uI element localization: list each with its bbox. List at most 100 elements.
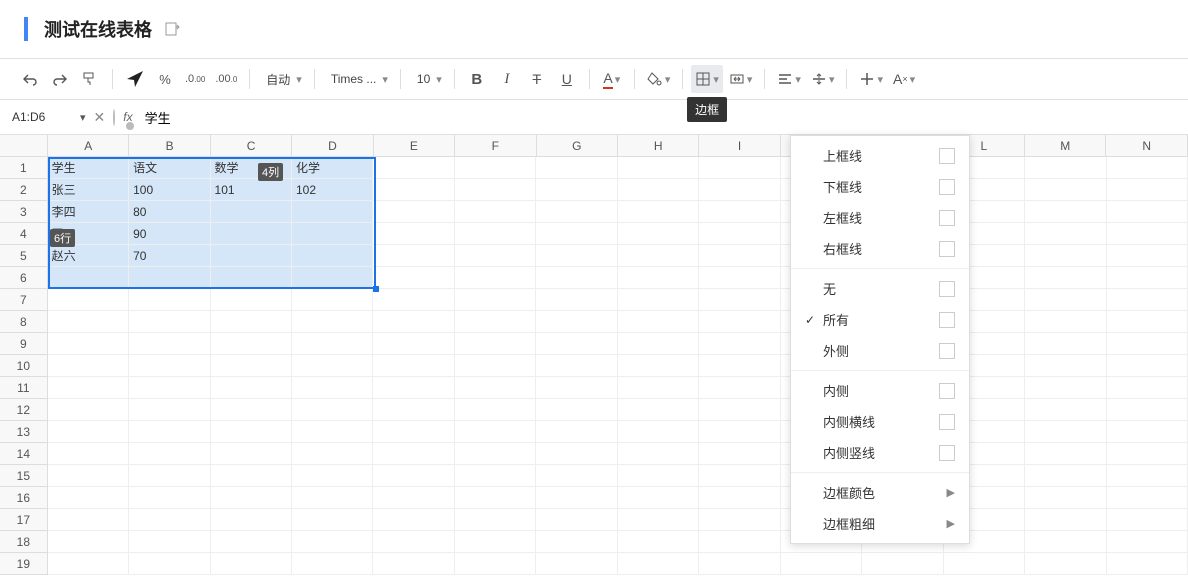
cell-H4[interactable]	[618, 223, 699, 245]
cell-D1[interactable]: 化学	[292, 157, 373, 179]
cell-C9[interactable]	[211, 333, 292, 355]
row-header-15[interactable]: 15	[0, 465, 48, 487]
cell-B12[interactable]	[129, 399, 210, 421]
menu-item[interactable]: 边框颜色▶	[791, 477, 969, 508]
cell-H8[interactable]	[618, 311, 699, 333]
cell-G8[interactable]	[536, 311, 617, 333]
cell-N1[interactable]	[1107, 157, 1188, 179]
cell-M1[interactable]	[1025, 157, 1106, 179]
cell-F11[interactable]	[455, 377, 536, 399]
font-dropdown[interactable]: Times ...▾	[323, 65, 392, 93]
cell-M10[interactable]	[1025, 355, 1106, 377]
cell-F13[interactable]	[455, 421, 536, 443]
cell-D16[interactable]	[292, 487, 373, 509]
cell-F16[interactable]	[455, 487, 536, 509]
cell-B19[interactable]	[129, 553, 210, 575]
cell-B15[interactable]	[129, 465, 210, 487]
row-header-11[interactable]: 11	[0, 377, 48, 399]
cell-I19[interactable]	[699, 553, 780, 575]
cell-D15[interactable]	[292, 465, 373, 487]
cell-G10[interactable]	[536, 355, 617, 377]
cell-G11[interactable]	[536, 377, 617, 399]
cell-N13[interactable]	[1107, 421, 1188, 443]
cell-B7[interactable]	[129, 289, 210, 311]
row-header-9[interactable]: 9	[0, 333, 48, 355]
cell-F5[interactable]	[455, 245, 536, 267]
send-button[interactable]	[121, 65, 149, 93]
clear-format-button[interactable]: A×▾	[889, 65, 919, 93]
cell-M8[interactable]	[1025, 311, 1106, 333]
cell-H11[interactable]	[618, 377, 699, 399]
col-header-F[interactable]: F	[455, 135, 536, 157]
strikethrough-button[interactable]: T	[523, 65, 551, 93]
row-header-14[interactable]: 14	[0, 443, 48, 465]
cell-E3[interactable]	[373, 201, 454, 223]
cell-C17[interactable]	[211, 509, 292, 531]
col-header-N[interactable]: N	[1106, 135, 1187, 157]
cell-M14[interactable]	[1025, 443, 1106, 465]
wrap-dropdown[interactable]: 自动▾	[258, 65, 306, 93]
cell-N11[interactable]	[1107, 377, 1188, 399]
cell-C7[interactable]	[211, 289, 292, 311]
cell-C3[interactable]	[211, 201, 292, 223]
cell-D4[interactable]	[292, 223, 373, 245]
menu-item[interactable]: 内侧横线	[791, 406, 969, 437]
cell-A16[interactable]	[48, 487, 129, 509]
cell-G5[interactable]	[536, 245, 617, 267]
cell-E17[interactable]	[373, 509, 454, 531]
menu-item[interactable]: 上框线	[791, 140, 969, 171]
cell-A14[interactable]	[48, 443, 129, 465]
cell-I14[interactable]	[699, 443, 780, 465]
cell-A12[interactable]	[48, 399, 129, 421]
cell-N18[interactable]	[1107, 531, 1188, 553]
cell-F2[interactable]	[455, 179, 536, 201]
border-button[interactable]: ▾ 边框	[691, 65, 723, 93]
cell-I7[interactable]	[699, 289, 780, 311]
cell-F17[interactable]	[455, 509, 536, 531]
cell-B6[interactable]	[129, 267, 210, 289]
cell-N4[interactable]	[1107, 223, 1188, 245]
cell-D17[interactable]	[292, 509, 373, 531]
cell-I3[interactable]	[699, 201, 780, 223]
cell-D6[interactable]	[292, 267, 373, 289]
cell-E10[interactable]	[373, 355, 454, 377]
decrease-decimal-button[interactable]: .0.00	[181, 65, 209, 93]
cell-G19[interactable]	[536, 553, 617, 575]
export-icon[interactable]	[164, 21, 180, 37]
cell-N2[interactable]	[1107, 179, 1188, 201]
cell-B1[interactable]: 语文	[129, 157, 210, 179]
menu-item[interactable]: 内侧竖线	[791, 437, 969, 468]
menu-item[interactable]: 右框线	[791, 233, 969, 264]
row-header-12[interactable]: 12	[0, 399, 48, 421]
cell-C15[interactable]	[211, 465, 292, 487]
menu-item[interactable]: ✓所有	[791, 304, 969, 335]
cell-I5[interactable]	[699, 245, 780, 267]
cell-F14[interactable]	[455, 443, 536, 465]
cell-A19[interactable]	[48, 553, 129, 575]
cell-G15[interactable]	[536, 465, 617, 487]
cell-A9[interactable]	[48, 333, 129, 355]
cell-I1[interactable]	[699, 157, 780, 179]
cell-E9[interactable]	[373, 333, 454, 355]
cell-M3[interactable]	[1025, 201, 1106, 223]
paint-format-button[interactable]	[76, 65, 104, 93]
cell-D9[interactable]	[292, 333, 373, 355]
cell-C2[interactable]: 101	[211, 179, 292, 201]
cell-A1[interactable]: 学生	[48, 157, 129, 179]
cell-N12[interactable]	[1107, 399, 1188, 421]
cell-I9[interactable]	[699, 333, 780, 355]
cell-E7[interactable]	[373, 289, 454, 311]
cell-E19[interactable]	[373, 553, 454, 575]
cell-G2[interactable]	[536, 179, 617, 201]
cell-D7[interactable]	[292, 289, 373, 311]
cell-H16[interactable]	[618, 487, 699, 509]
cell-C8[interactable]	[211, 311, 292, 333]
cell-H2[interactable]	[618, 179, 699, 201]
row-header-18[interactable]: 18	[0, 531, 48, 553]
cell-I8[interactable]	[699, 311, 780, 333]
fontsize-dropdown[interactable]: 10▾	[409, 65, 446, 93]
select-all-corner[interactable]	[0, 135, 48, 157]
cell-G17[interactable]	[536, 509, 617, 531]
cell-N8[interactable]	[1107, 311, 1188, 333]
cell-F4[interactable]	[455, 223, 536, 245]
